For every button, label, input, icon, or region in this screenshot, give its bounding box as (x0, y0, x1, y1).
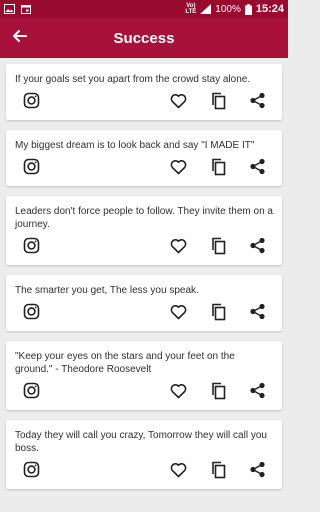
copy-icon (210, 158, 226, 181)
copy-button[interactable] (209, 461, 227, 484)
quote-text[interactable]: The smarter you get, The less you speak. (6, 275, 282, 297)
calendar-icon (21, 4, 31, 14)
instagram-button[interactable] (22, 158, 40, 180)
copy-button[interactable] (209, 382, 227, 405)
quote-text[interactable]: My biggest dream is to look back and say… (6, 130, 282, 152)
quote-cards: If your goals set you apart from the cro… (0, 64, 288, 489)
status-left-icons (4, 4, 31, 14)
card-actions (6, 376, 282, 410)
heart-icon (170, 238, 187, 259)
heart-icon (170, 462, 187, 483)
signal-icon (200, 4, 212, 14)
battery-percent: 100% (215, 3, 241, 15)
copy-icon (210, 303, 226, 326)
share-icon (249, 303, 266, 325)
share-icon (249, 461, 266, 483)
instagram-icon (23, 92, 40, 114)
volte-icon: Vo) LTE (185, 3, 196, 15)
card-actions (6, 455, 282, 489)
page-title: Success (113, 29, 175, 47)
copy-icon (210, 237, 226, 260)
quote-card: My biggest dream is to look back and say… (6, 130, 282, 186)
quote-text[interactable]: Today they will call you crazy, Tomorrow… (6, 420, 282, 455)
copy-icon (210, 92, 226, 115)
quote-text[interactable]: Leaders don't force people to follow. Th… (6, 196, 282, 231)
share-button[interactable] (248, 158, 266, 180)
battery-icon (244, 3, 252, 15)
instagram-icon (23, 461, 40, 483)
instagram-icon (23, 158, 40, 180)
share-button[interactable] (248, 303, 266, 325)
back-button[interactable] (0, 18, 40, 58)
status-right-icons: Vo) LTE 100% 15:24 (185, 3, 284, 15)
heart-icon (170, 383, 187, 404)
like-button[interactable] (169, 238, 187, 259)
like-button[interactable] (169, 462, 187, 483)
quote-text[interactable]: "Keep your eyes on the stars and your fe… (6, 341, 282, 376)
like-button[interactable] (169, 304, 187, 325)
image-icon (4, 4, 15, 14)
heart-icon (170, 159, 187, 180)
copy-button[interactable] (209, 303, 227, 326)
copy-button[interactable] (209, 92, 227, 115)
quote-card: Leaders don't force people to follow. Th… (6, 196, 282, 265)
instagram-button[interactable] (22, 237, 40, 259)
share-button[interactable] (248, 382, 266, 404)
card-actions (6, 86, 282, 120)
card-actions (6, 231, 282, 265)
like-button[interactable] (169, 159, 187, 180)
share-button[interactable] (248, 461, 266, 483)
status-time: 15:24 (255, 3, 284, 15)
share-button[interactable] (248, 237, 266, 259)
app-bar: Success (0, 18, 288, 58)
heart-icon (170, 93, 187, 114)
copy-icon (210, 461, 226, 484)
quote-card: The smarter you get, The less you speak. (6, 275, 282, 331)
share-icon (249, 92, 266, 114)
quote-card: Today they will call you crazy, Tomorrow… (6, 420, 282, 489)
instagram-icon (23, 303, 40, 325)
instagram-button[interactable] (22, 461, 40, 483)
instagram-button[interactable] (22, 382, 40, 404)
share-icon (249, 158, 266, 180)
copy-button[interactable] (209, 158, 227, 181)
share-icon (249, 382, 266, 404)
copy-button[interactable] (209, 237, 227, 260)
share-button[interactable] (248, 92, 266, 114)
quote-card: If your goals set you apart from the cro… (6, 64, 282, 120)
quote-text[interactable]: If your goals set you apart from the cro… (6, 64, 282, 86)
heart-icon (170, 304, 187, 325)
quote-list[interactable]: If your goals set you apart from the cro… (0, 58, 288, 512)
like-button[interactable] (169, 383, 187, 404)
volte-bottom-text: LTE (185, 9, 197, 15)
instagram-icon (23, 382, 40, 404)
instagram-button[interactable] (22, 303, 40, 325)
instagram-button[interactable] (22, 92, 40, 114)
status-bar: Vo) LTE 100% 15:24 (0, 0, 288, 18)
card-actions (6, 297, 282, 331)
quote-card: "Keep your eyes on the stars and your fe… (6, 341, 282, 410)
arrow-back-icon (13, 29, 27, 47)
copy-icon (210, 382, 226, 405)
card-actions (6, 152, 282, 186)
instagram-icon (23, 237, 40, 259)
share-icon (249, 237, 266, 259)
like-button[interactable] (169, 93, 187, 114)
